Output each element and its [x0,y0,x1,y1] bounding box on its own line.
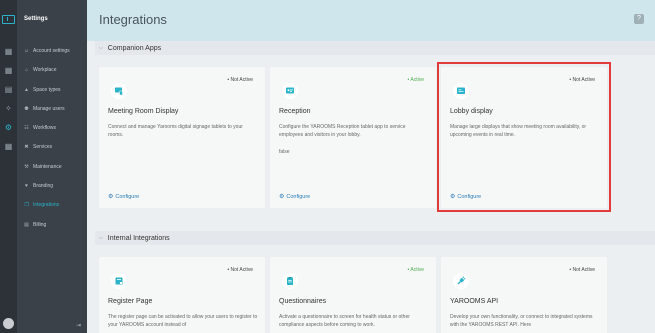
sidebar-item-manage-users[interactable]: ⚉ Manage users [17,104,87,114]
highlight-box [437,62,611,212]
section-label: Companion Apps [107,44,162,52]
book-icon[interactable]: ▤ [4,86,13,94]
status-badge: • Not Active [227,267,253,273]
card-extra-value: false [279,149,290,155]
card-reception: • Active Reception Configure the YAROOMS… [270,67,436,208]
account-icon: ☺ [24,47,30,54]
card-title: Register Page [108,298,153,305]
card-description: Activate a questionnaire to screen for h… [279,314,410,328]
services-icon: ✖ [24,143,29,150]
plug-icon [453,273,469,289]
sidebar-item-label: Manage users [33,106,65,112]
configure-link[interactable]: ⚙ Configure [108,193,140,201]
space-types-icon: ▲ [24,86,29,93]
page-header: Integrations ? [87,0,655,41]
sidebar-title: Settings [24,16,48,22]
page-title: Integrations [99,12,167,27]
sidebar-item-space-types[interactable]: ▲ Space types [17,85,87,95]
collapse-sidebar-icon[interactable]: ⇥ [76,322,81,329]
configure-label: Configure [115,193,140,200]
card-yarooms-api: • Not Active YAROOMS API Develop your ow… [441,257,607,333]
card-questionnaires: • Active Questionnaires Activate a quest… [270,257,436,333]
tablet-icon [111,83,127,99]
sidebar-item-label: Maintenance [33,164,62,170]
status-badge: • Not Active [569,267,595,273]
card-title: Questionnaires [279,298,327,305]
clipboard-icon [282,273,298,289]
section-label: Internal Integrations [107,234,170,242]
users-icon: ⚉ [24,105,29,112]
settings-icon[interactable]: ⚙ [4,124,13,132]
card-meeting-room-display: • Not Active Meeting Room Display Connec… [99,67,265,208]
card-description: Configure the YAROOMS Reception tablet a… [279,124,406,138]
configure-label: Configure [286,193,311,200]
sidebar-item-integrations[interactable]: ❐ Integrations [17,200,87,210]
app-logo-icon[interactable] [2,15,15,24]
section-internal-integrations[interactable]: ⌵ Internal Integrations [95,231,655,245]
sidebar-item-workflows[interactable]: ☷ Workflows [17,123,87,133]
sidebar-item-label: Workflows [33,125,56,131]
card-description: Develop your own functionality, or conne… [450,314,593,328]
icon-rail: ▦ ▦ ▤ ✧ ⚙ ▦ [0,0,17,333]
card-description: Connect and manage Yarooms digital signa… [108,124,243,138]
user-avatar[interactable] [3,318,14,329]
settings-sidebar: Settings ☺ Account settings ⌂ Workplace ▲ S… [17,0,87,333]
billing-icon: ▤ [24,221,29,228]
workplace-icon: ⌂ [24,66,29,73]
chevron-down-icon: ⌵ [99,235,103,241]
sidebar-item-label: Services [33,144,53,150]
sidebar-item-label: Billing [33,222,47,228]
status-badge: • Active [407,267,424,273]
sidebar-item-label: Workplace [33,67,57,73]
card-register-page: • Not Active Register Page The register … [99,257,265,333]
card-description: The register page can be activated to al… [108,314,258,328]
branding-icon: ♥ [25,182,28,189]
sidebar-item-label: Integrations [33,202,60,208]
sidebar-item-account-settings[interactable]: ☺ Account settings [17,46,87,56]
status-badge: • Active [407,77,424,83]
people-icon[interactable]: ✧ [4,105,13,113]
workflows-icon: ☷ [24,124,29,131]
sidebar-item-billing[interactable]: ▤ Billing [17,220,87,230]
dashboard-icon[interactable]: ▦ [4,48,13,56]
chevron-down-icon: ⌵ [99,45,103,51]
card-title: Reception [279,108,311,115]
sidebar-item-branding[interactable]: ♥ Branding [17,181,87,191]
sidebar-item-maintenance[interactable]: ⚒ Maintenance [17,162,87,172]
section-companion-apps[interactable]: ⌵ Companion Apps [95,41,655,55]
gear-icon: ⚙ [108,194,114,200]
register-icon [111,273,127,289]
sidebar-item-label: Branding [33,183,54,189]
reception-icon [282,83,298,99]
calendar-icon[interactable]: ▦ [4,67,13,75]
configure-link[interactable]: ⚙ Configure [279,193,311,201]
reports-icon[interactable]: ▦ [4,143,13,151]
status-badge: • Not Active [227,77,253,83]
integrations-icon: ❐ [24,201,29,208]
sidebar-item-services[interactable]: ✖ Services [17,142,87,152]
card-title: Meeting Room Display [108,108,179,115]
maintenance-icon: ⚒ [24,163,29,170]
help-button[interactable]: ? [634,14,644,24]
card-title: YAROOMS API [450,298,499,305]
sidebar-item-workplace[interactable]: ⌂ Workplace [17,65,87,75]
sidebar-item-label: Account settings [33,48,70,54]
gear-icon: ⚙ [279,194,285,200]
sidebar-item-label: Space types [33,87,61,93]
